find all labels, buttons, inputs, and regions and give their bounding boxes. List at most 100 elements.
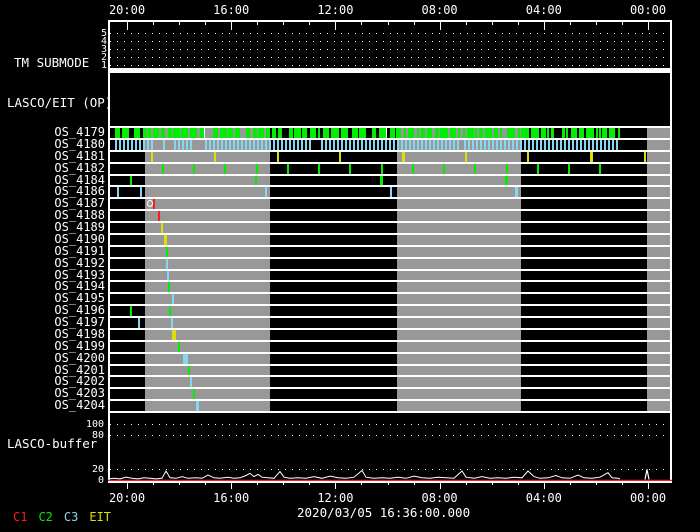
exposure-bar: [517, 128, 520, 138]
event-tick: [381, 163, 383, 174]
axis-major-tick: [439, 481, 441, 489]
exposure-bar: [441, 139, 444, 150]
time-tick-label: 20:00: [108, 3, 146, 17]
exposure-bar: [390, 128, 396, 138]
lasco-eit-op-label: LASCO/EIT (OP): [7, 95, 113, 110]
exposure-bar: [333, 139, 336, 150]
time-tick-label: 08:00: [421, 491, 458, 505]
event-tick: [318, 163, 320, 174]
exposure-bar: [457, 139, 460, 150]
telemetry-gap-band: [647, 223, 670, 233]
exposure-bar: [584, 139, 587, 150]
os-row: [110, 306, 670, 316]
exposure-bar: [588, 139, 591, 150]
telemetry-gap-band: [145, 258, 270, 269]
exposure-bar: [500, 139, 503, 150]
buffer-usage-chart: [108, 469, 672, 481]
exposure-bar: [467, 128, 475, 138]
event-tick: [161, 223, 163, 233]
os-row-label: OS_4204: [54, 398, 105, 413]
exposure-bar: [377, 139, 380, 150]
exposure-bar: [585, 128, 594, 138]
event-tick: [166, 258, 168, 269]
exposure-bar: [547, 128, 550, 138]
exposure-bar: [325, 139, 328, 150]
exposure-bar: [458, 128, 461, 138]
time-tick-label: 16:00: [213, 3, 250, 17]
event-tick: [172, 329, 176, 340]
tm-submode-label: TM SUBMODE: [14, 55, 90, 70]
telemetry-gap-band: [145, 211, 270, 221]
event-tick: [140, 187, 142, 198]
telemetry-gap-band: [647, 187, 670, 198]
event-tick: [162, 163, 164, 174]
exposure-bar: [357, 139, 360, 150]
tm-gridline: [110, 65, 670, 66]
event-tick: [193, 163, 195, 174]
time-tick-label: 04:00: [525, 491, 562, 505]
exposure-bar: [131, 139, 133, 150]
exposure-bar: [359, 128, 367, 138]
exposure-bar: [204, 139, 207, 150]
event-tick: [224, 163, 226, 174]
exposure-bar: [393, 139, 396, 150]
telemetry-gap-band: [397, 377, 521, 388]
exposure-bar: [244, 139, 247, 150]
os-row: [110, 365, 670, 376]
telemetry-gap-band: [145, 199, 270, 210]
exposure-bar: [389, 139, 392, 150]
event-tick: [256, 163, 258, 174]
tm-gridline: [110, 41, 670, 42]
telemetry-gap-band: [397, 258, 521, 269]
os-row: [110, 341, 670, 352]
exposure-bar: [235, 128, 240, 138]
exposure-bar: [220, 128, 228, 138]
event-tick: [380, 175, 383, 186]
os-row: [110, 389, 670, 400]
axis-line: [108, 481, 672, 483]
telemetry-gap-band: [647, 246, 670, 257]
timestamp: 2020/03/05 16:36:00.000: [297, 505, 471, 520]
axis-major-tick: [335, 20, 337, 30]
os-rows-plot: [108, 126, 672, 413]
telemetry-gap-band: [647, 341, 670, 352]
telemetry-gap-band: [397, 401, 521, 411]
telemetry-gap-band: [397, 270, 521, 281]
exposure-bar: [492, 139, 495, 150]
exposure-bar: [507, 128, 516, 138]
telemetry-gap-band: [397, 223, 521, 233]
axis-minor-tick: [205, 481, 207, 485]
telemetry-gap-band: [647, 199, 670, 210]
exposure-bar: [571, 128, 578, 138]
axis-minor-tick: [621, 20, 623, 25]
exposure-bar: [425, 139, 428, 150]
event-tick: [166, 246, 168, 257]
exposure-bar: [476, 139, 479, 150]
event-tick: [506, 163, 508, 174]
exposure-bar: [504, 139, 507, 150]
os-row: [110, 199, 670, 210]
exposure-bar: [329, 139, 332, 150]
event-tick: [178, 341, 180, 352]
telemetry-gap-band: [647, 306, 670, 316]
telemetry-gap-band: [647, 163, 670, 174]
exposure-bar: [323, 128, 330, 138]
exposure-bar: [148, 128, 152, 138]
white-marker-bar: [385, 128, 387, 138]
telemetry-gap-band: [397, 282, 521, 293]
plot-border: [108, 21, 110, 128]
telemetry-gap-band: [145, 389, 270, 400]
event-tick: [443, 163, 445, 174]
exposure-bar: [302, 128, 308, 138]
event-tick: [171, 318, 173, 328]
event-tick: [465, 151, 467, 162]
axis-major-tick: [543, 20, 545, 30]
exposure-bar: [478, 128, 483, 138]
time-tick-label: 00:00: [629, 491, 667, 505]
axis-minor-tick: [387, 481, 389, 485]
time-tick-label: 04:00: [525, 3, 562, 17]
exposure-bar: [572, 139, 575, 150]
exposure-bar: [172, 128, 180, 138]
os-row: [110, 234, 670, 245]
exposure-bar: [531, 128, 540, 138]
